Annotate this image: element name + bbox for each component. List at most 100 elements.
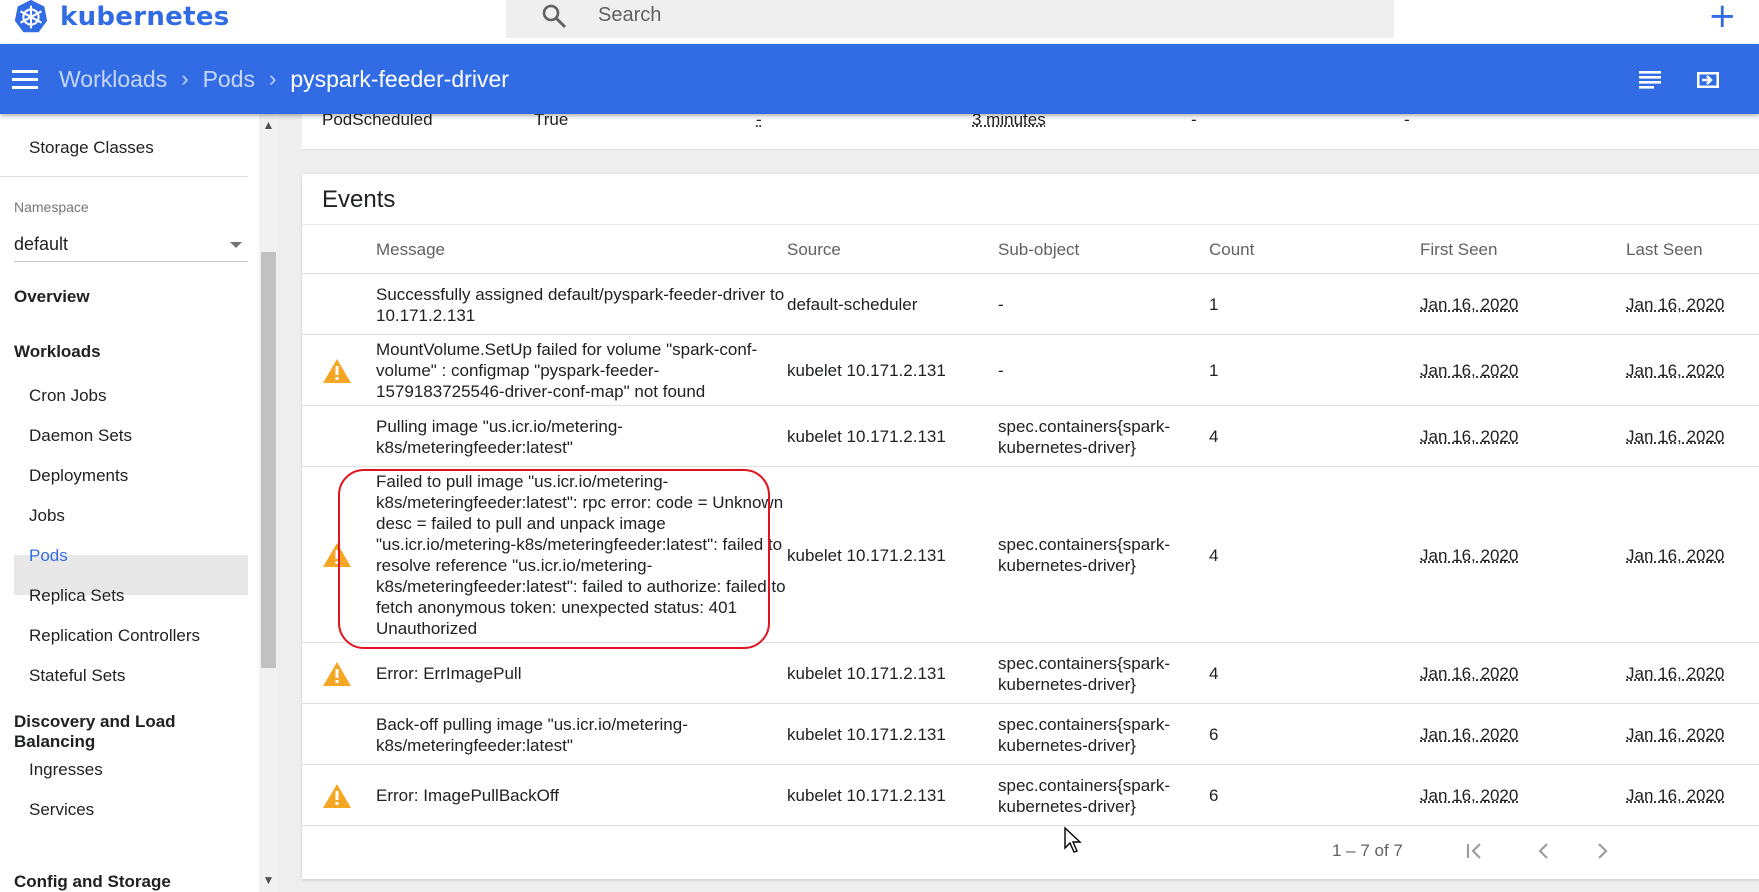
- sidebar-item-replication-controllers[interactable]: Replication Controllers: [29, 626, 200, 646]
- event-first-seen[interactable]: Jan 16, 2020: [1420, 724, 1518, 745]
- sidebar-item-pods[interactable]: Pods: [29, 546, 68, 566]
- sidebar-discovery[interactable]: Discovery and Load Balancing: [14, 712, 259, 752]
- sidebar-item-cron-jobs[interactable]: Cron Jobs: [29, 386, 106, 406]
- column-last-seen[interactable]: Last Seen: [1626, 240, 1703, 260]
- sidebar-workloads[interactable]: Workloads: [14, 342, 101, 362]
- event-source: kubelet 10.171.2.131: [787, 725, 946, 744]
- event-last-seen-cell: Jan 16, 2020: [1626, 765, 1724, 826]
- menu-icon[interactable]: [12, 70, 38, 90]
- table-row: MountVolume.SetUp failed for volume "spa…: [302, 335, 1759, 406]
- event-last-seen[interactable]: Jan 16, 2020: [1626, 426, 1724, 447]
- event-count-cell: 6: [1209, 704, 1218, 765]
- event-count: 6: [1209, 725, 1219, 744]
- event-first-seen-cell: Jan 16, 2020: [1420, 704, 1518, 765]
- event-last-seen[interactable]: Jan 16, 2020: [1626, 785, 1724, 806]
- event-last-seen-cell: Jan 16, 2020: [1626, 274, 1724, 335]
- event-first-seen[interactable]: Jan 16, 2020: [1420, 663, 1518, 684]
- column-subobject[interactable]: Sub-object: [998, 240, 1079, 260]
- event-subobject-cell: spec.containers{spark-kubernetes-driver}: [998, 406, 1198, 467]
- column-first-seen[interactable]: First Seen: [1420, 240, 1497, 260]
- event-last-seen[interactable]: Jan 16, 2020: [1626, 360, 1724, 381]
- event-last-seen[interactable]: Jan 16, 2020: [1626, 663, 1724, 684]
- app-name: kubernetes: [60, 2, 230, 32]
- event-last-seen[interactable]: Jan 16, 2020: [1626, 724, 1724, 745]
- event-message-cell: Error: ErrImagePull: [376, 643, 786, 704]
- event-last-seen[interactable]: Jan 16, 2020: [1626, 545, 1724, 566]
- event-first-seen-cell: Jan 16, 2020: [1420, 643, 1518, 704]
- sidebar-item-deployments[interactable]: Deployments: [29, 466, 128, 486]
- plus-icon: +: [1708, 0, 1737, 36]
- event-subobject-cell: spec.containers{spark-kubernetes-driver}: [998, 643, 1198, 704]
- event-source-cell: kubelet 10.171.2.131: [787, 335, 946, 406]
- event-first-seen[interactable]: Jan 16, 2020: [1420, 360, 1518, 381]
- warning-icon: [323, 661, 351, 686]
- sidebar-item-ingresses[interactable]: Ingresses: [29, 760, 103, 780]
- event-count-cell: 6: [1209, 765, 1218, 826]
- namespace-label: Namespace: [14, 199, 89, 215]
- sidebar-item-replica-sets[interactable]: Replica Sets: [29, 586, 124, 606]
- sidebar-config[interactable]: Config and Storage: [14, 872, 171, 892]
- event-count: 4: [1209, 427, 1219, 446]
- sidebar: Storage Classes Namespace default Overvi…: [0, 114, 259, 892]
- table-row: Back-off pulling image "us.icr.io/meteri…: [302, 704, 1759, 765]
- sidebar-item-stateful-sets[interactable]: Stateful Sets: [29, 666, 125, 686]
- scrollbar-thumb[interactable]: [261, 252, 276, 668]
- event-first-seen[interactable]: Jan 16, 2020: [1420, 785, 1518, 806]
- search-bar[interactable]: [506, 0, 1394, 38]
- exec-icon[interactable]: [1694, 66, 1722, 94]
- event-source: kubelet 10.171.2.131: [787, 361, 946, 380]
- event-last-seen-cell: Jan 16, 2020: [1626, 335, 1724, 406]
- namespace-select[interactable]: default: [14, 230, 248, 262]
- scroll-up-icon[interactable]: ▲: [259, 116, 278, 135]
- table-row: Successfully assigned default/pyspark-fe…: [302, 274, 1759, 335]
- event-message: Error: ErrImagePull: [376, 664, 522, 683]
- first-page-icon[interactable]: [1462, 839, 1486, 863]
- event-first-seen-cell: Jan 16, 2020: [1420, 335, 1518, 406]
- table-row: Error: ImagePullBackOff kubelet 10.171.2.…: [302, 765, 1759, 826]
- events-title: Events: [322, 186, 396, 213]
- event-first-seen[interactable]: Jan 16, 2020: [1420, 294, 1518, 315]
- prev-page-icon[interactable]: [1532, 839, 1556, 863]
- search-icon: [542, 4, 567, 29]
- table-row: Error: ErrImagePull kubelet 10.171.2.131 s…: [302, 643, 1759, 704]
- event-first-seen[interactable]: Jan 16, 2020: [1420, 545, 1518, 566]
- table-row: Pulling image "us.icr.io/metering-k8s/me…: [302, 406, 1759, 467]
- breadcrumb-workloads[interactable]: Workloads: [59, 66, 167, 93]
- event-last-seen[interactable]: Jan 16, 2020: [1626, 294, 1724, 315]
- kubernetes-logo[interactable]: kubernetes: [12, 0, 230, 34]
- event-first-seen-cell: Jan 16, 2020: [1420, 467, 1518, 643]
- event-source: kubelet 10.171.2.131: [787, 786, 946, 805]
- event-source: kubelet 10.171.2.131: [787, 664, 946, 683]
- breadcrumb-pods[interactable]: Pods: [203, 66, 255, 93]
- scroll-down-icon[interactable]: ▼: [259, 871, 278, 890]
- sidebar-item-storage-classes[interactable]: Storage Classes: [29, 138, 154, 158]
- event-first-seen[interactable]: Jan 16, 2020: [1420, 426, 1518, 447]
- event-source: kubelet 10.171.2.131: [787, 427, 946, 446]
- column-message[interactable]: Message: [376, 240, 445, 260]
- sidebar-item-daemon-sets[interactable]: Daemon Sets: [29, 426, 132, 446]
- create-button[interactable]: +: [1708, 0, 1737, 33]
- highlight-annotation: [338, 469, 770, 649]
- next-page-icon[interactable]: [1590, 839, 1614, 863]
- events-header: Message Source Sub-object Count First Se…: [302, 224, 1759, 274]
- event-first-seen-cell: Jan 16, 2020: [1420, 274, 1518, 335]
- event-source-cell: kubelet 10.171.2.131: [787, 467, 946, 643]
- sidebar-item-services[interactable]: Services: [29, 800, 94, 820]
- column-source[interactable]: Source: [787, 240, 841, 260]
- event-last-seen-cell: Jan 16, 2020: [1626, 406, 1724, 467]
- event-message-cell: Error: ImagePullBackOff: [376, 765, 786, 826]
- event-message: Pulling image "us.icr.io/metering-k8s/me…: [376, 416, 623, 457]
- sidebar-scrollbar[interactable]: ▲ ▼: [259, 114, 278, 892]
- column-count[interactable]: Count: [1209, 240, 1254, 260]
- chevron-right-icon: ›: [269, 66, 277, 91]
- event-source-cell: kubelet 10.171.2.131: [787, 406, 946, 467]
- event-first-seen-cell: Jan 16, 2020: [1420, 406, 1518, 467]
- event-message-cell: Pulling image "us.icr.io/metering-k8s/me…: [376, 406, 786, 467]
- logs-icon[interactable]: [1636, 66, 1664, 94]
- search-input[interactable]: [598, 0, 1298, 30]
- event-message-cell: MountVolume.SetUp failed for volume "spa…: [376, 335, 786, 406]
- paginator-range: 1 – 7 of 7: [1332, 841, 1403, 860]
- sidebar-overview[interactable]: Overview: [14, 287, 90, 307]
- chevron-right-icon: ›: [181, 66, 189, 91]
- sidebar-item-jobs[interactable]: Jobs: [29, 506, 65, 526]
